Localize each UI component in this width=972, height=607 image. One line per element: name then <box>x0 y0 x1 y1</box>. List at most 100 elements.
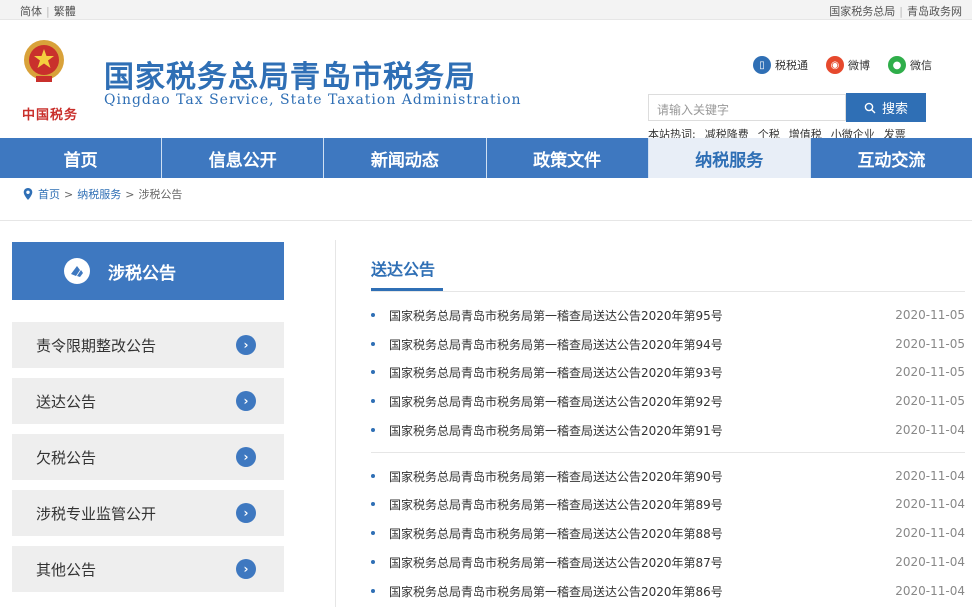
site-title[interactable]: 国家税务总局青岛市税务局 <box>104 52 476 96</box>
bullet <box>371 531 375 535</box>
nav-tab-info[interactable]: 信息公开 <box>162 138 325 178</box>
breadcrumb-separator: > <box>64 187 74 201</box>
emblem-caption: 中国税务 <box>22 108 79 123</box>
top-bar: 简体 | 繁體 国家税务总局 | 青岛政务网 <box>0 0 972 20</box>
search-button-label: 搜索 <box>881 102 908 117</box>
nav-tab-home[interactable]: 首页 <box>0 138 163 178</box>
bullet <box>371 342 375 346</box>
list-item-title[interactable]: 国家税务总局青岛市税务局第一稽查局送达公告2020年第89号 <box>389 496 895 513</box>
breadcrumb-section[interactable]: 纳税服务 <box>77 186 121 202</box>
list-item-date: 2020-11-05 <box>895 337 965 351</box>
list-item[interactable]: 国家税务总局青岛市税务局第一稽查局送达公告2020年第89号 2020-11-0… <box>371 494 965 514</box>
social-shuishuitong[interactable]: ▯ 税税通 <box>753 56 808 74</box>
chevron-right-icon: › <box>236 503 256 523</box>
social-weibo[interactable]: ◉ 微博 <box>826 56 870 74</box>
list-item[interactable]: 国家税务总局青岛市税务局第一稽查局送达公告2020年第88号 2020-11-0… <box>371 523 965 543</box>
chevron-right-icon: › <box>236 335 256 355</box>
list-item[interactable]: 国家税务总局青岛市税务局第一稽查局送达公告2020年第95号 2020-11-0… <box>371 305 965 325</box>
list-item-title[interactable]: 国家税务总局青岛市税务局第一稽查局送达公告2020年第92号 <box>389 393 895 410</box>
nav-tab-news[interactable]: 新闻动态 <box>324 138 487 178</box>
external-links: 国家税务总局 | 青岛政务网 <box>829 3 962 19</box>
divider <box>371 291 965 292</box>
bullet <box>371 399 375 403</box>
search-input[interactable]: 请输入关键字 <box>648 94 846 121</box>
list-item[interactable]: 国家税务总局青岛市税务局第一稽查局送达公告2020年第94号 2020-11-0… <box>371 334 965 354</box>
section-title: 送达公告 <box>371 260 436 279</box>
lang-simplified-link[interactable]: 简体 <box>20 5 42 18</box>
list-item-title[interactable]: 国家税务总局青岛市税务局第一稽查局送达公告2020年第90号 <box>389 468 895 485</box>
sidebar-item-label: 欠税公告 <box>36 448 97 467</box>
sidebar-item-label: 责令限期整改公告 <box>36 336 157 355</box>
list-item-title[interactable]: 国家税务总局青岛市税务局第一稽查局送达公告2020年第88号 <box>389 525 895 542</box>
wechat-icon: ● <box>888 56 906 74</box>
sidebar-item-rectification[interactable]: 责令限期整改公告 › <box>12 322 284 368</box>
list-item-title[interactable]: 国家税务总局青岛市税务局第一稽查局送达公告2020年第87号 <box>389 554 895 571</box>
search-button[interactable]: 搜索 <box>846 93 926 122</box>
list-item-title[interactable]: 国家税务总局青岛市税务局第一稽查局送达公告2020年第94号 <box>389 336 895 353</box>
nav-tab-interaction[interactable]: 互动交流 <box>811 138 972 178</box>
list-item-date: 2020-11-04 <box>895 423 965 437</box>
location-pin-icon <box>23 188 33 200</box>
qingdao-gov-link[interactable]: 青岛政务网 <box>907 5 962 18</box>
bullet <box>371 560 375 564</box>
phone-icon: ▯ <box>753 56 771 74</box>
list-item-title[interactable]: 国家税务总局青岛市税务局第一稽查局送达公告2020年第95号 <box>389 307 895 324</box>
lang-traditional-link[interactable]: 繁體 <box>54 5 76 18</box>
list-item-date: 2020-11-04 <box>895 526 965 540</box>
list-item-title[interactable]: 国家税务总局青岛市税务局第一稽查局送达公告2020年第91号 <box>389 422 895 439</box>
list-item-date: 2020-11-04 <box>895 584 965 598</box>
breadcrumb: 首页 > 纳税服务 > 涉税公告 <box>22 186 182 202</box>
main-nav: 首页 信息公开 新闻动态 政策文件 纳税服务 互动交流 <box>0 138 972 178</box>
list-item[interactable]: 国家税务总局青岛市税务局第一稽查局送达公告2020年第92号 2020-11-0… <box>371 391 965 411</box>
list-item-date: 2020-11-04 <box>895 497 965 511</box>
site-header: 中国税务 国家税务总局青岛市税务局 Qingdao Tax Service, S… <box>0 20 972 141</box>
list-item-title[interactable]: 国家税务总局青岛市税务局第一稽查局送达公告2020年第93号 <box>389 364 895 381</box>
bullet <box>371 502 375 506</box>
list-item-date: 2020-11-05 <box>895 394 965 408</box>
chevron-right-icon: › <box>236 559 256 579</box>
social-wechat[interactable]: ● 微信 <box>888 56 932 74</box>
sidebar-item-arrears[interactable]: 欠税公告 › <box>12 434 284 480</box>
site-subtitle: Qingdao Tax Service, State Taxation Admi… <box>104 92 522 108</box>
list-item-date: 2020-11-04 <box>895 469 965 483</box>
chevron-right-icon: › <box>236 391 256 411</box>
nav-tab-tax-service[interactable]: 纳税服务 <box>648 138 811 178</box>
social-links: ▯ 税税通 ◉ 微博 ● 微信 <box>753 56 932 74</box>
tax-logo-icon <box>64 258 90 284</box>
breadcrumb-current: 涉税公告 <box>138 188 183 201</box>
list-item-title[interactable]: 国家税务总局青岛市税务局第一稽查局送达公告2020年第86号 <box>389 583 895 600</box>
bullet <box>371 474 375 478</box>
sidebar-item-label: 送达公告 <box>36 392 97 411</box>
list-item[interactable]: 国家税务总局青岛市税务局第一稽查局送达公告2020年第86号 2020-11-0… <box>371 581 965 601</box>
sidebar-item-label: 涉税专业监管公开 <box>36 504 157 523</box>
nav-tab-policy[interactable]: 政策文件 <box>487 138 649 178</box>
national-emblem-icon <box>24 40 64 82</box>
sidebar-item-supervision[interactable]: 涉税专业监管公开 › <box>12 490 284 536</box>
list-item[interactable]: 国家税务总局青岛市税务局第一稽查局送达公告2020年第91号 2020-11-0… <box>371 420 965 440</box>
list-item[interactable]: 国家税务总局青岛市税务局第一稽查局送达公告2020年第87号 2020-11-0… <box>371 552 965 572</box>
sidebar-item-label: 其他公告 <box>36 560 97 579</box>
social-label: 微博 <box>848 59 870 72</box>
bullet <box>371 313 375 317</box>
social-label: 税税通 <box>775 59 808 72</box>
sidebar-item-other[interactable]: 其他公告 › <box>12 546 284 592</box>
sidebar-heading: 涉税公告 <box>12 242 284 300</box>
sidebar-item-delivery[interactable]: 送达公告 › <box>12 378 284 424</box>
divider <box>0 220 972 221</box>
list-item[interactable]: 国家税务总局青岛市税务局第一稽查局送达公告2020年第90号 2020-11-0… <box>371 466 965 486</box>
weibo-icon: ◉ <box>826 56 844 74</box>
sidebar-heading-label: 涉税公告 <box>108 263 176 284</box>
list-item[interactable]: 国家税务总局青岛市税务局第一稽查局送达公告2020年第93号 2020-11-0… <box>371 362 965 382</box>
column-divider <box>335 240 336 607</box>
bullet <box>371 370 375 374</box>
language-switch: 简体 | 繁體 <box>20 3 76 19</box>
chevron-right-icon: › <box>236 447 256 467</box>
list-item-date: 2020-11-05 <box>895 365 965 379</box>
separator: | <box>899 5 903 18</box>
social-label: 微信 <box>910 59 932 72</box>
state-tax-link[interactable]: 国家税务总局 <box>829 5 895 18</box>
section-title-underline <box>371 288 443 291</box>
breadcrumb-home[interactable]: 首页 <box>38 186 60 202</box>
list-item-date: 2020-11-04 <box>895 555 965 569</box>
list-item-date: 2020-11-05 <box>895 308 965 322</box>
